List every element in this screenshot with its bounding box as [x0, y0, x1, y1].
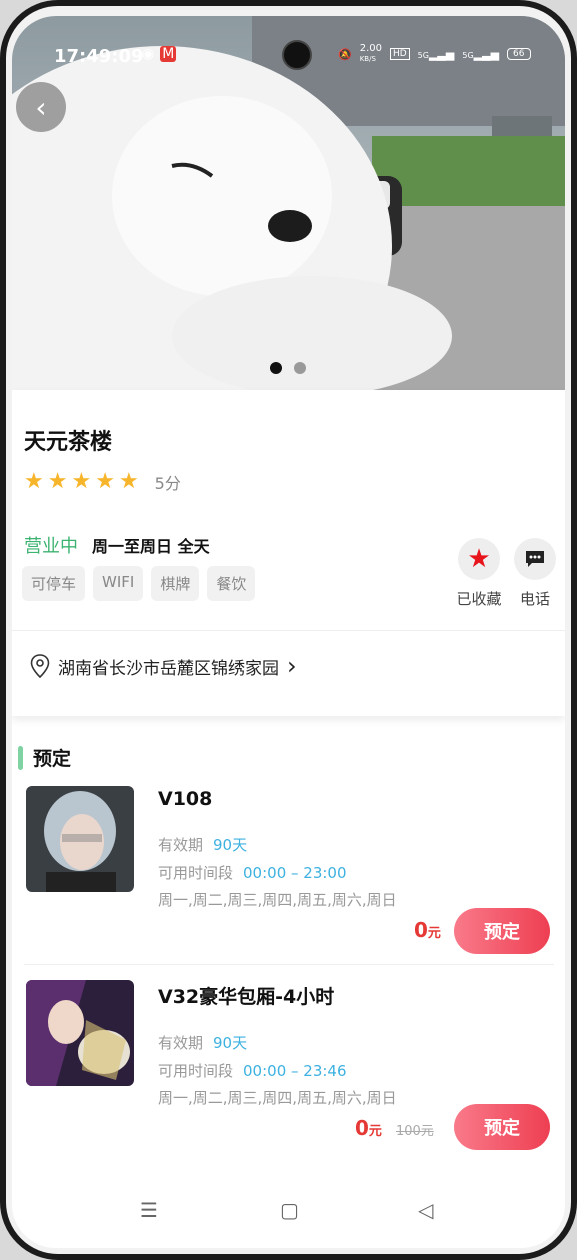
- phone-button[interactable]: 电话: [506, 538, 564, 609]
- carousel-dot-2[interactable]: [294, 362, 306, 374]
- mute-icon: 🔕: [338, 47, 352, 61]
- item-time: 可用时间段 00:00 – 23:00: [158, 864, 347, 882]
- item-thumbnail: [26, 980, 134, 1086]
- item-thumbnail: [26, 786, 134, 892]
- open-status: 营业中: [24, 536, 78, 557]
- phone-frame: 17:49:09 ◉ M 🔕 2.00 KB/S HD 5G▂▃▅ 5G▂▃▅ …: [0, 0, 577, 1260]
- chevron-right-icon: ›: [287, 652, 297, 680]
- rating-score: 5分: [154, 474, 181, 493]
- chevron-left-icon: ‹: [35, 90, 47, 124]
- book-button[interactable]: 预定: [454, 908, 550, 954]
- phone-circle: [514, 538, 556, 580]
- rating-stars: ★ ★ ★ ★ ★ 5分: [24, 470, 181, 494]
- back-triangle-icon[interactable]: ◁: [418, 1198, 433, 1222]
- signal-icon: 5G▂▃▅: [417, 47, 455, 61]
- screen: 17:49:09 ◉ M 🔕 2.00 KB/S HD 5G▂▃▅ 5G▂▃▅ …: [12, 16, 565, 1248]
- item-separator: [24, 964, 554, 965]
- item-days: 周一,周二,周三,周四,周五,周六,周日: [158, 891, 397, 909]
- home-square-icon[interactable]: ▢: [280, 1198, 299, 1222]
- book-button-label: 预定: [484, 922, 520, 943]
- booking-section-title: 预定: [18, 744, 71, 771]
- star-icon: ★: [71, 469, 92, 494]
- tag-wifi: WIFI: [93, 566, 144, 601]
- tag-parking: 可停车: [22, 566, 86, 601]
- item-days: 周一,周二,周三,周四,周五,周六,周日: [158, 1089, 397, 1107]
- tag-chess: 棋牌: [151, 566, 200, 601]
- front-camera: [282, 40, 312, 70]
- star-icon: ★: [47, 469, 68, 494]
- item-time: 可用时间段 00:00 – 23:46: [158, 1062, 347, 1080]
- bank-icon: M: [160, 46, 177, 62]
- book-button-label: 预定: [484, 1118, 520, 1139]
- status-bar: 17:49:09 ◉ M 🔕 2.00 KB/S HD 5G▂▃▅ 5G▂▃▅ …: [12, 16, 565, 76]
- book-button[interactable]: 预定: [454, 1104, 550, 1150]
- favorite-circle: ★: [458, 538, 500, 580]
- hero-carousel[interactable]: 17:49:09 ◉ M 🔕 2.00 KB/S HD 5G▂▃▅ 5G▂▃▅ …: [12, 16, 565, 390]
- signal-icon-2: 5G▂▃▅: [462, 47, 500, 61]
- business-hours: 周一至周日 全天: [92, 537, 210, 556]
- star-icon: ★: [118, 469, 139, 494]
- facility-tags: 可停车 WIFI 棋牌 餐饮: [22, 566, 256, 601]
- item-name: V108: [158, 788, 213, 810]
- item-price: 0元 100元: [355, 1116, 434, 1140]
- hd-badge: HD: [389, 48, 410, 60]
- status-right-icons: 🔕 2.00 KB/S HD 5G▂▃▅ 5G▂▃▅ 66: [338, 44, 531, 64]
- favorite-label: 已收藏: [456, 590, 502, 608]
- back-button[interactable]: ‹: [16, 82, 66, 132]
- shop-name: 天元茶楼: [24, 430, 113, 455]
- business-status-row: 营业中 周一至周日 全天: [24, 532, 210, 558]
- wechat-icon: ◉: [142, 46, 155, 62]
- item-validity: 有效期 90天: [158, 1034, 248, 1052]
- booking-title-text: 预定: [33, 748, 72, 770]
- battery-icon: 66: [507, 48, 531, 60]
- item-name: V32豪华包厢-4小时: [158, 986, 335, 1008]
- phone-label: 电话: [519, 590, 550, 608]
- chat-bubble-icon: [526, 551, 544, 567]
- status-time: 17:49:09: [54, 46, 144, 67]
- address-row[interactable]: 湖南省长沙市岳麓区锦绣家园 ›: [30, 652, 297, 680]
- booking-item[interactable]: V32豪华包厢-4小时 有效期 90天 可用时间段 00:00 – 23:46 周一…: [12, 980, 565, 1168]
- carousel-dots: [270, 362, 306, 374]
- shop-info-card: 天元茶楼 ★ ★ ★ ★ ★ 5分 营业中 周一至周日 全天 可停车 WIFI …: [12, 390, 565, 716]
- item-validity: 有效期 90天: [158, 836, 248, 854]
- item-original-price: 100元: [395, 1124, 434, 1139]
- star-icon: ★: [95, 469, 115, 494]
- menu-icon[interactable]: ☰: [140, 1198, 158, 1222]
- address-text: 湖南省长沙市岳麓区锦绣家园: [58, 658, 279, 679]
- tag-dining: 餐饮: [207, 566, 256, 601]
- star-filled-icon: ★: [467, 544, 491, 574]
- divider: [12, 630, 565, 631]
- system-nav-bar: ☰ ▢ ◁: [12, 1182, 565, 1248]
- carousel-dot-1[interactable]: [270, 362, 282, 374]
- item-price: 0元: [414, 918, 441, 942]
- location-pin-icon: [30, 654, 50, 678]
- booking-item[interactable]: V108 有效期 90天 可用时间段 00:00 – 23:00 周一,周二,周三,…: [12, 786, 565, 974]
- favorite-button[interactable]: ★ 已收藏: [450, 538, 508, 609]
- title-accent-bar: [18, 745, 23, 770]
- status-left-icons: ◉ M: [142, 46, 177, 62]
- star-icon: ★: [24, 469, 44, 494]
- net-speed: 2.00 KB/S: [359, 43, 382, 64]
